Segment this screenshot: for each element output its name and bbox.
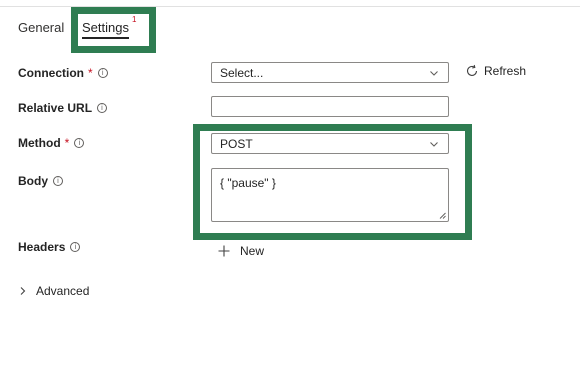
- info-icon[interactable]: i: [53, 176, 63, 186]
- connection-label-text: Connection: [18, 66, 84, 80]
- advanced-expander[interactable]: Advanced: [18, 284, 89, 298]
- required-marker: *: [64, 136, 70, 150]
- new-header-button[interactable]: New: [218, 244, 264, 258]
- connection-label: Connection * i: [18, 66, 108, 80]
- body-label-text: Body: [18, 174, 48, 188]
- relative-url-label: Relative URL i: [18, 101, 108, 115]
- refresh-label: Refresh: [484, 64, 527, 78]
- headers-label: Headers i: [18, 240, 81, 254]
- info-icon[interactable]: i: [97, 68, 108, 78]
- body-label: Body i: [18, 174, 63, 188]
- connection-select-value: Select...: [220, 65, 264, 80]
- refresh-button[interactable]: Refresh: [465, 64, 526, 78]
- highlight-box-method-body: [193, 124, 472, 240]
- advanced-label: Advanced: [36, 284, 90, 298]
- required-marker: *: [88, 66, 93, 80]
- chevron-right-icon: [20, 287, 26, 295]
- info-icon[interactable]: i: [97, 103, 108, 113]
- chevron-down-icon: [430, 70, 438, 76]
- relative-url-input[interactable]: [211, 96, 449, 117]
- method-label-text: Method: [18, 136, 61, 150]
- info-icon[interactable]: i: [70, 242, 81, 252]
- plus-icon: [218, 245, 230, 257]
- tab-general[interactable]: General: [18, 20, 64, 35]
- connection-select[interactable]: Select...: [211, 62, 449, 83]
- new-header-label: New: [240, 244, 265, 258]
- refresh-icon: [466, 64, 478, 76]
- headers-label-text: Headers: [18, 240, 66, 254]
- info-icon[interactable]: i: [74, 138, 85, 148]
- highlight-box-settings: [71, 7, 156, 53]
- relative-url-label-text: Relative URL: [18, 101, 93, 115]
- method-label: Method * i: [18, 136, 85, 150]
